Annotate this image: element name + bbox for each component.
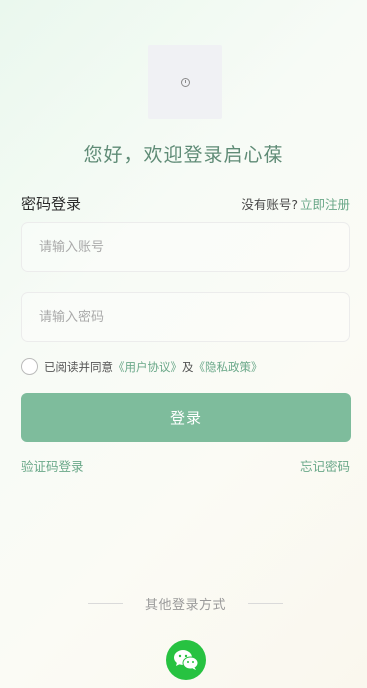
other-login-label: 其他登录方式 bbox=[144, 597, 226, 613]
wechat-login-button[interactable] bbox=[166, 640, 206, 680]
register-link[interactable]: 立即注册 bbox=[300, 197, 350, 212]
account-input[interactable] bbox=[22, 223, 349, 271]
agreement-row: 已阅读并同意 《用户协议》 及 《隐私政策》 bbox=[21, 358, 263, 375]
register-row: 没有账号? 立即注册 bbox=[241, 194, 350, 213]
app-logo bbox=[148, 45, 222, 119]
agreement-prefix: 已阅读并同意 bbox=[44, 359, 113, 374]
agreement-conjunction: 及 bbox=[182, 359, 194, 374]
divider-left bbox=[88, 602, 123, 604]
other-login-row: 其他登录方式 bbox=[88, 594, 283, 613]
password-input[interactable] bbox=[22, 293, 349, 341]
welcome-title: 您好，欢迎登录启心葆 bbox=[83, 144, 284, 166]
agreement-checkbox[interactable] bbox=[21, 358, 38, 375]
privacy-policy-link[interactable]: 《隐私政策》 bbox=[194, 359, 263, 375]
account-field[interactable] bbox=[21, 222, 350, 272]
divider-right bbox=[247, 602, 283, 604]
password-field[interactable] bbox=[21, 292, 350, 342]
sms-login-link[interactable]: 验证码登录 bbox=[21, 456, 84, 475]
no-account-text: 没有账号? bbox=[241, 197, 298, 212]
login-button[interactable]: 登录 bbox=[21, 393, 351, 442]
wechat-icon bbox=[174, 650, 199, 670]
password-login-title: 密码登录 bbox=[21, 195, 82, 213]
forgot-password-link[interactable]: 忘记密码 bbox=[300, 456, 350, 475]
user-agreement-link[interactable]: 《用户协议》 bbox=[113, 359, 182, 375]
logo-placeholder-icon bbox=[180, 77, 190, 87]
